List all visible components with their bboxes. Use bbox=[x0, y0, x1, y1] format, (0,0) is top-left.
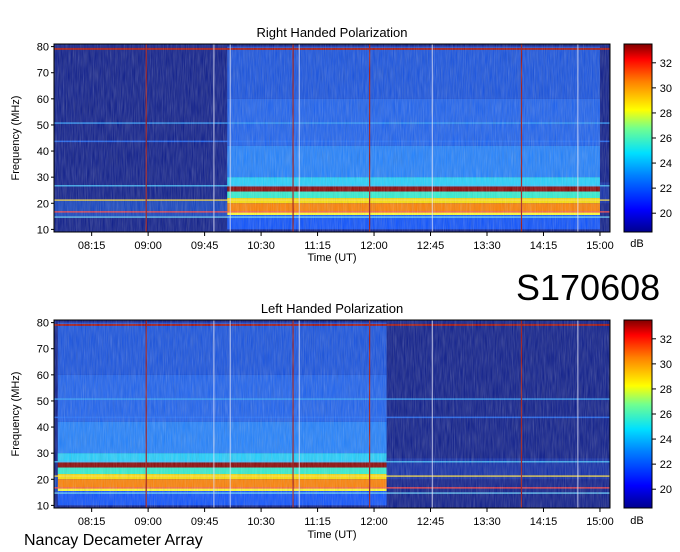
x-tick-label: 11:15 bbox=[304, 240, 331, 252]
x-tick-label: 12:45 bbox=[417, 240, 445, 252]
y-tick-label: 50 bbox=[37, 120, 49, 132]
x-tick-label: 14:15 bbox=[530, 240, 558, 252]
x-tick-label: 13:30 bbox=[473, 516, 501, 528]
y-tick-label: 40 bbox=[37, 146, 49, 158]
x-axis-label: Time (UT) bbox=[307, 529, 356, 541]
chart-title: Right Handed Polarization bbox=[256, 25, 407, 40]
y-tick-label: 20 bbox=[37, 198, 49, 210]
x-tick-label: 12:45 bbox=[417, 516, 445, 528]
x-tick-label: 13:30 bbox=[473, 240, 501, 252]
x-tick-label: 12:00 bbox=[360, 240, 388, 252]
y-axis: 10 20 30 40 50 60 70 80 bbox=[37, 318, 54, 512]
colorbar-tick-label: 24 bbox=[660, 158, 672, 170]
y-tick-label: 10 bbox=[37, 224, 49, 236]
y-tick-label: 70 bbox=[37, 344, 49, 356]
colorbar-ticks: 20 22 24 26 28 30 32 bbox=[652, 58, 672, 220]
x-axis-label: Time (UT) bbox=[307, 252, 356, 264]
x-tick-label: 15:00 bbox=[586, 240, 614, 252]
station-name: Nancay Decameter Array bbox=[24, 532, 203, 549]
observation-id: S170608 bbox=[516, 267, 660, 308]
x-tick-label: 09:45 bbox=[191, 240, 219, 252]
colorbar-ticks: 20 22 24 26 28 30 32 bbox=[652, 334, 672, 496]
colorbar-tick-label: 30 bbox=[660, 359, 672, 371]
left-polarization-panel: Left Handed Polarization 10 20 30 40 50 60 70 8… bbox=[10, 301, 672, 541]
x-tick-label: 08:15 bbox=[78, 516, 106, 528]
y-tick-label: 70 bbox=[37, 68, 49, 80]
colorbar-tick-label: 22 bbox=[660, 183, 672, 195]
x-tick-label: 10:30 bbox=[247, 516, 275, 528]
y-tick-label: 80 bbox=[37, 42, 49, 54]
y-tick-label: 30 bbox=[37, 172, 49, 184]
y-tick-label: 60 bbox=[37, 370, 49, 382]
x-tick-label: 10:30 bbox=[247, 240, 275, 252]
x-tick-label: 09:45 bbox=[191, 516, 219, 528]
y-tick-label: 10 bbox=[37, 500, 49, 512]
x-axis: 08:15 09:00 09:45 10:30 11:15 12:00 12:45 13:30… bbox=[78, 508, 614, 528]
y-tick-label: 50 bbox=[37, 396, 49, 408]
colorbar-tick-label: 26 bbox=[660, 409, 672, 421]
y-tick-label: 80 bbox=[37, 318, 49, 330]
noise-texture bbox=[54, 44, 610, 232]
colorbar-tick-label: 32 bbox=[660, 334, 672, 346]
y-tick-label: 30 bbox=[37, 448, 49, 460]
y-axis-label: Frequency (MHz) bbox=[10, 96, 22, 181]
x-tick-label: 08:15 bbox=[78, 240, 106, 252]
right-polarization-panel: Right Handed Polarization 10 20 30 40 50 60 70… bbox=[10, 25, 672, 264]
colorbar-unit: dB bbox=[630, 515, 643, 527]
spectrogram-area bbox=[54, 320, 610, 508]
colorbar-tick-label: 26 bbox=[660, 133, 672, 145]
x-tick-label: 09:00 bbox=[134, 516, 162, 528]
colorbar-tick-label: 22 bbox=[660, 459, 672, 471]
colorbar-unit: dB bbox=[630, 238, 643, 250]
x-tick-label: 11:15 bbox=[304, 516, 331, 528]
colorbar-tick-label: 28 bbox=[660, 108, 672, 120]
x-tick-label: 09:00 bbox=[134, 240, 162, 252]
x-tick-label: 12:00 bbox=[360, 516, 388, 528]
x-axis: 08:15 09:00 09:45 10:30 11:15 12:00 12:45 13:30… bbox=[78, 232, 614, 252]
colorbar bbox=[623, 319, 653, 509]
x-tick-label: 15:00 bbox=[586, 516, 614, 528]
colorbar bbox=[623, 43, 653, 233]
y-tick-label: 60 bbox=[37, 94, 49, 106]
x-tick-label: 14:15 bbox=[530, 516, 558, 528]
chart-title: Left Handed Polarization bbox=[261, 301, 403, 316]
y-tick-label: 20 bbox=[37, 474, 49, 486]
y-axis-label: Frequency (MHz) bbox=[10, 372, 22, 457]
colorbar-tick-label: 32 bbox=[660, 58, 672, 70]
colorbar-tick-label: 20 bbox=[660, 208, 672, 220]
colorbar-tick-label: 24 bbox=[660, 434, 672, 446]
colorbar-tick-label: 20 bbox=[660, 484, 672, 496]
noise-texture bbox=[54, 320, 610, 508]
colorbar-tick-label: 30 bbox=[660, 83, 672, 95]
y-axis: 10 20 30 40 50 60 70 80 bbox=[37, 42, 54, 236]
colorbar-tick-label: 28 bbox=[660, 384, 672, 396]
spectrogram-area bbox=[54, 44, 610, 232]
y-tick-label: 40 bbox=[37, 422, 49, 434]
spectrogram-figure: Right Handed Polarization 10 20 30 40 50 60 70… bbox=[10, 25, 672, 549]
